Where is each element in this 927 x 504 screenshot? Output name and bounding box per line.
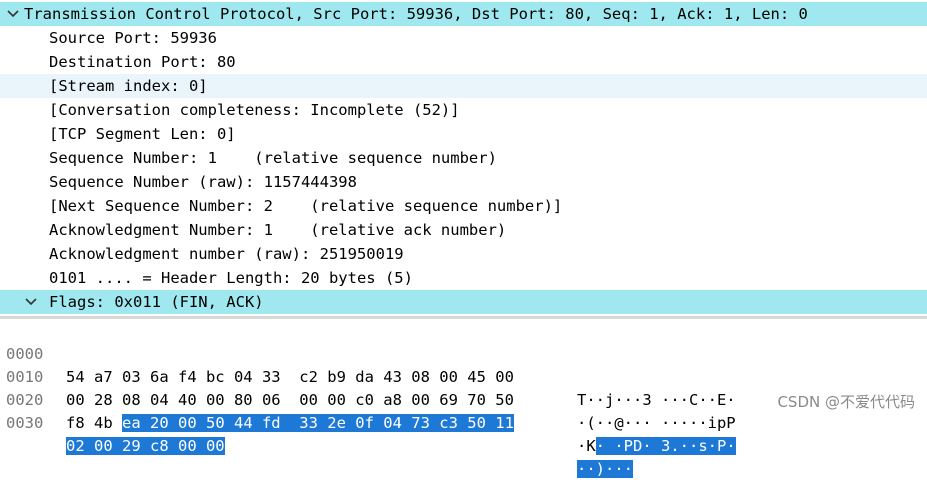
chevron-down-icon[interactable] bbox=[24, 290, 38, 314]
field-row[interactable]: Acknowledgment number (raw): 251950019 bbox=[0, 242, 927, 266]
field-row-selected[interactable]: [Stream index: 0] bbox=[0, 74, 927, 98]
field-row[interactable]: 0101 .... = Header Length: 20 bytes (5) bbox=[0, 266, 927, 290]
ascii-highlight: · ·PD· 3.··s·P· bbox=[595, 437, 736, 455]
field-row[interactable]: Acknowledgment Number: 1 (relative ack n… bbox=[0, 218, 927, 242]
ascii-plain: ·K bbox=[577, 437, 596, 455]
field-sequence-number-raw: Sequence Number (raw): 1157444398 bbox=[49, 173, 357, 191]
pane-splitter[interactable] bbox=[0, 316, 927, 319]
flags-row[interactable]: Flags: 0x011 (FIN, ACK) bbox=[0, 290, 927, 314]
hex-bytes: 02 00 29 c8 00 00 bbox=[66, 435, 225, 458]
field-row[interactable]: [Conversation completeness: Incomplete (… bbox=[0, 98, 927, 122]
hex-row[interactable]: 0010 00 28 08 04 40 00 80 06 00 00 c0 a8… bbox=[0, 343, 927, 432]
hex-row[interactable]: 0000 54 a7 03 6a f4 bc 04 33 c2 b9 da 43… bbox=[0, 320, 927, 409]
field-source-port: Source Port: 59936 bbox=[49, 29, 217, 47]
hex-row[interactable]: 0020 f8 4b ea 20 00 50 44 fd 33 2e 0f 04… bbox=[0, 366, 927, 455]
ascii-plain: ·(··@··· ·····ipP bbox=[577, 414, 736, 432]
hex-bytes: f8 4b ea 20 00 50 44 fd 33 2e 0f 04 73 c… bbox=[66, 412, 514, 435]
ascii-highlight: ··)··· bbox=[577, 460, 633, 478]
field-row[interactable]: Source Port: 59936 bbox=[0, 26, 927, 50]
hex-ascii: ··)··· bbox=[577, 458, 633, 481]
hex-bytes-highlight: 02 00 29 c8 00 00 bbox=[66, 437, 225, 455]
field-conversation-completeness: [Conversation completeness: Incomplete (… bbox=[49, 101, 460, 119]
field-sequence-number: Sequence Number: 1 (relative sequence nu… bbox=[49, 149, 497, 167]
field-row[interactable]: Sequence Number: 1 (relative sequence nu… bbox=[0, 146, 927, 170]
field-row[interactable]: [TCP Segment Len: 0] bbox=[0, 122, 927, 146]
field-acknowledgment-number-raw: Acknowledgment number (raw): 251950019 bbox=[49, 245, 404, 263]
hex-ascii: ·(··@··· ·····ipP bbox=[577, 412, 736, 435]
field-row[interactable]: [Next Sequence Number: 2 (relative seque… bbox=[0, 194, 927, 218]
tcp-header-label: Transmission Control Protocol, Src Port:… bbox=[24, 5, 808, 23]
field-row[interactable]: Destination Port: 80 bbox=[0, 50, 927, 74]
field-header-length: 0101 .... = Header Length: 20 bytes (5) bbox=[49, 269, 413, 287]
hex-offset: 0030 bbox=[6, 414, 44, 432]
hex-ascii: ·K· ·PD· 3.··s·P· bbox=[577, 435, 736, 458]
tcp-header-row[interactable]: Transmission Control Protocol, Src Port:… bbox=[0, 2, 927, 26]
packet-details-tree: Transmission Control Protocol, Src Port:… bbox=[0, 0, 927, 314]
hex-bytes-highlight: ea 20 00 50 44 fd 33 2e 0f 04 73 c3 50 1… bbox=[122, 414, 514, 432]
field-destination-port: Destination Port: 80 bbox=[49, 53, 236, 71]
field-next-sequence-number: [Next Sequence Number: 2 (relative seque… bbox=[49, 197, 563, 215]
field-stream-index: [Stream index: 0] bbox=[49, 77, 208, 95]
field-acknowledgment-number: Acknowledgment Number: 1 (relative ack n… bbox=[49, 221, 507, 239]
flags-label: Flags: 0x011 (FIN, ACK) bbox=[49, 293, 264, 311]
chevron-down-icon[interactable] bbox=[6, 2, 20, 26]
field-row[interactable]: Sequence Number (raw): 1157444398 bbox=[0, 170, 927, 194]
hex-bytes-plain: f8 4b bbox=[66, 414, 122, 432]
field-tcp-segment-len: [TCP Segment Len: 0] bbox=[49, 125, 236, 143]
watermark: CSDN @不爱代代码 bbox=[777, 393, 915, 411]
